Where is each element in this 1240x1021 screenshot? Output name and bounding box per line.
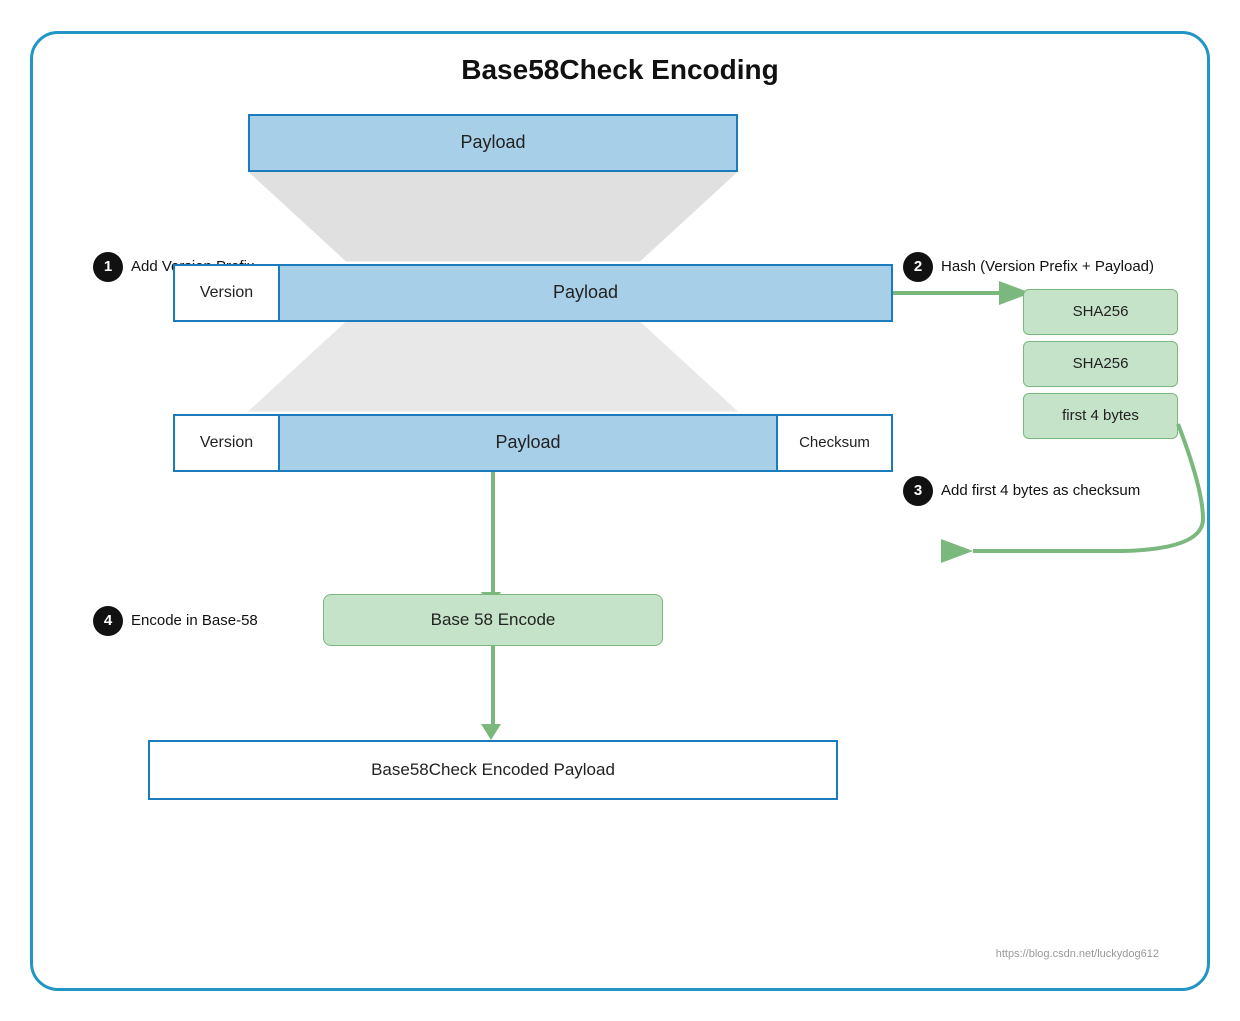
step4-circle: 4 xyxy=(93,606,123,636)
step3-text: Add first 4 bytes as checksum xyxy=(941,482,1140,499)
watermark: https://blog.csdn.net/luckydog612 xyxy=(996,948,1159,960)
step2-text: Hash (Version Prefix + Payload) xyxy=(941,258,1154,275)
funnel-top xyxy=(248,172,738,262)
diagram: Payload 1 Add Version Prefix Version Pay… xyxy=(63,104,1177,968)
payload-top-label: Payload xyxy=(460,132,525,153)
version-box-2: Version xyxy=(175,416,280,470)
payload-middle-box: Payload xyxy=(280,266,891,320)
step3-circle: 3 xyxy=(903,476,933,506)
payload-bottom-box: Payload xyxy=(280,416,776,470)
final-encoded-box: Base58Check Encoded Payload xyxy=(148,740,838,800)
version-box: Version xyxy=(175,266,280,320)
arrow-down-1 xyxy=(491,472,495,594)
outer-container: Base58Check Encoding Payload 1 Add Versi… xyxy=(30,31,1210,991)
funnel-bottom-inner xyxy=(248,322,738,412)
step4-label: 4 Encode in Base-58 xyxy=(93,606,258,636)
page-title: Base58Check Encoding xyxy=(461,54,778,86)
version-payload-row: Version Payload xyxy=(173,264,893,322)
funnel-top-inner xyxy=(248,172,738,262)
funnel-bottom xyxy=(248,322,738,412)
step1-circle: 1 xyxy=(93,252,123,282)
base58-encode-box: Base 58 Encode xyxy=(323,594,663,646)
arrow-down-2-head xyxy=(481,724,501,740)
arrow-down-2 xyxy=(491,646,495,726)
vpc-row: Version Payload Checksum xyxy=(173,414,893,472)
step3-label: 3 Add first 4 bytes as checksum xyxy=(903,476,1140,506)
payload-top-box: Payload xyxy=(248,114,738,172)
checksum-box: Checksum xyxy=(776,416,891,470)
step4-text: Encode in Base-58 xyxy=(131,612,258,629)
